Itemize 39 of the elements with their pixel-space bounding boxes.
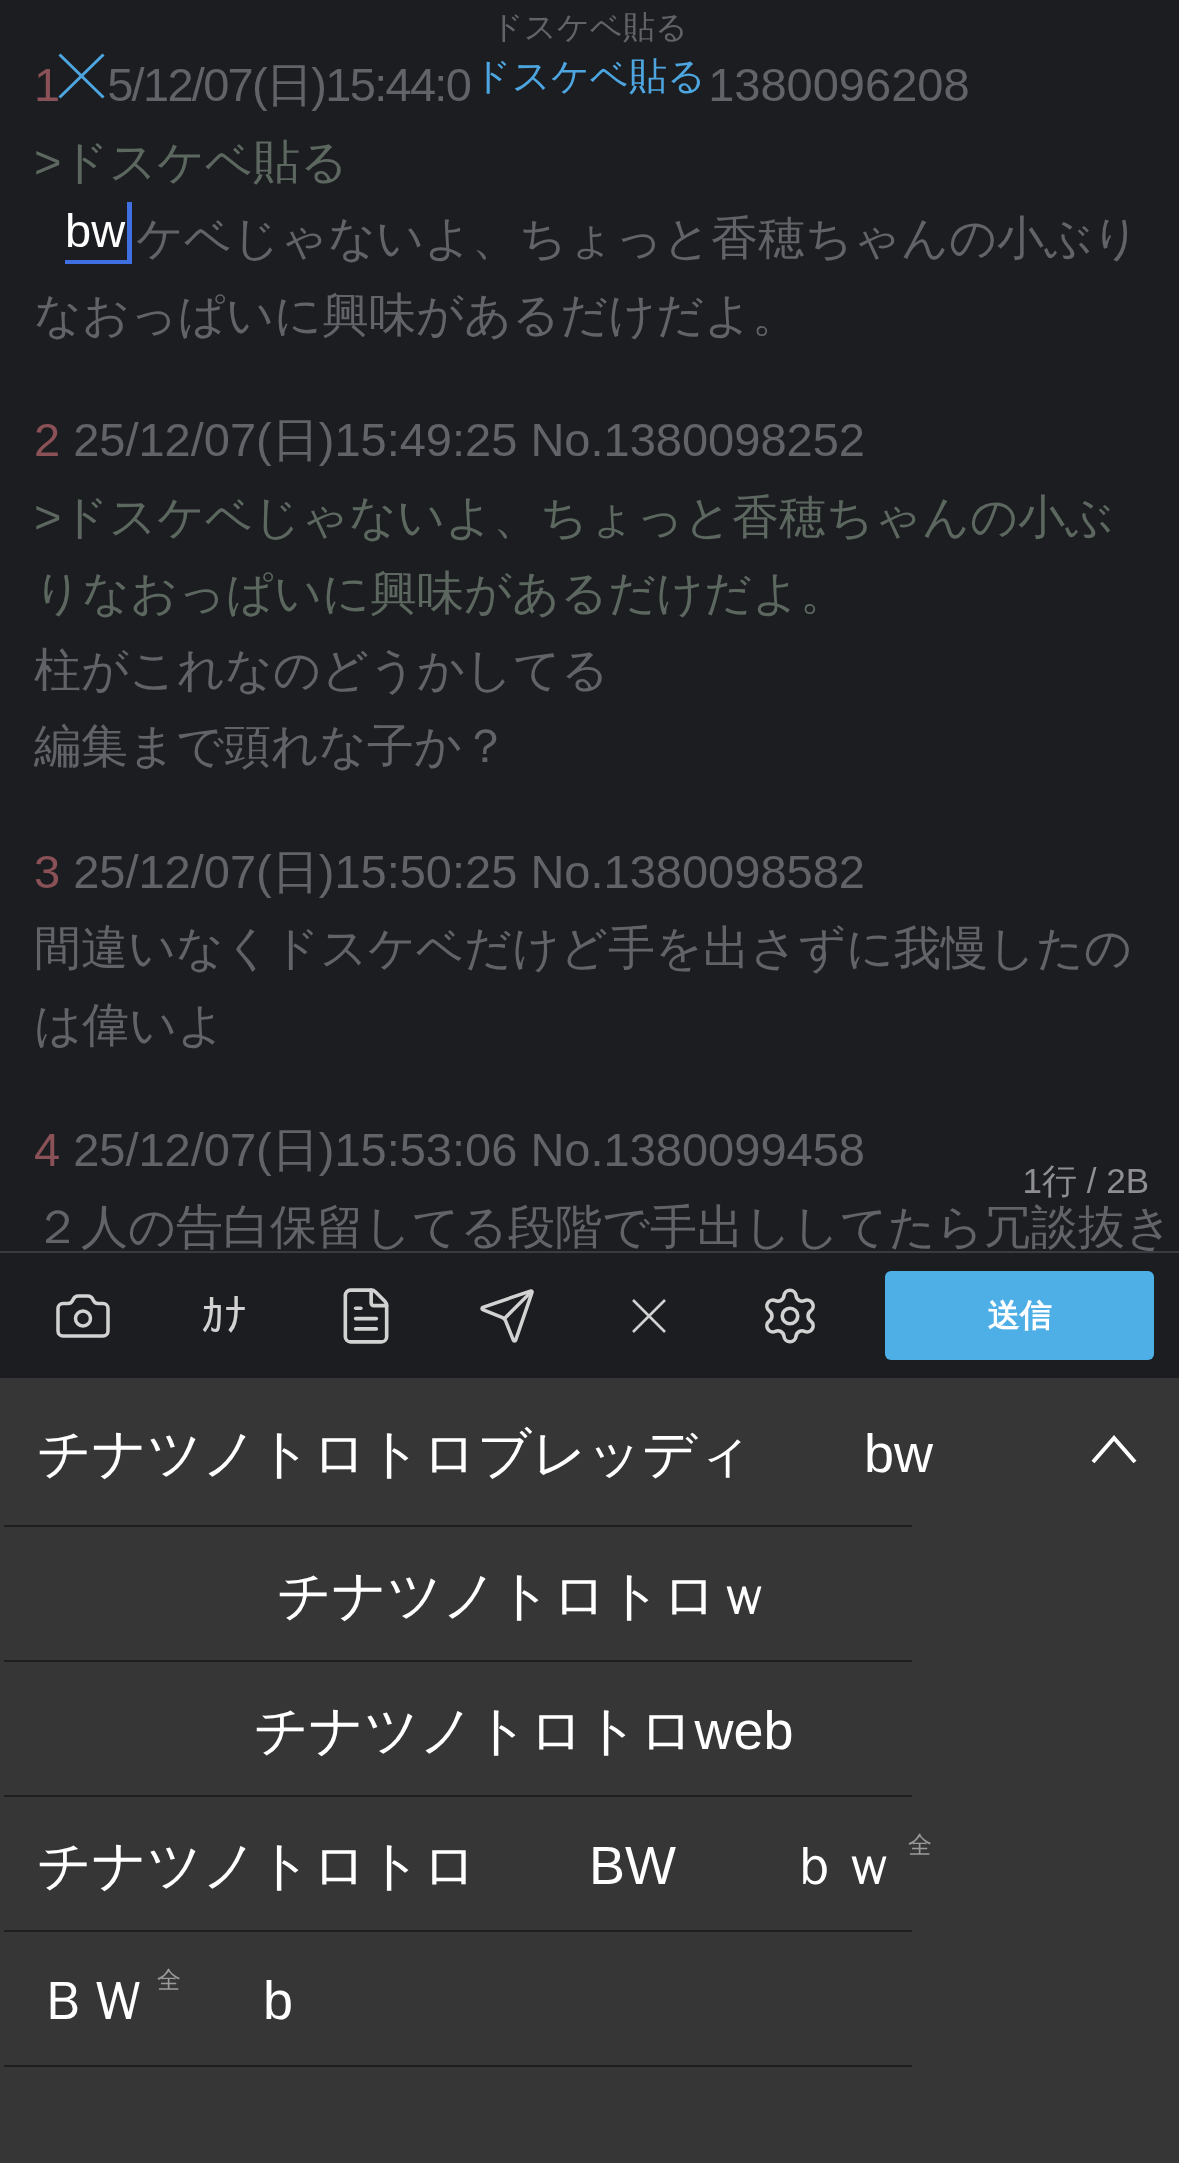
- character-counter: 1行 / 2B: [1022, 1163, 1149, 1199]
- post-text: ケベじゃないよ、ちょっと香穂ちゃんの小ぶり: [136, 213, 1140, 264]
- post-text: 間違いなくドスケベだけど手を出さずに我慢したの: [34, 923, 1132, 974]
- post-text: は偉いよ: [34, 999, 225, 1050]
- post-info: 1380096208: [708, 60, 970, 111]
- clear-icon[interactable]: [630, 1297, 667, 1334]
- candidate-item[interactable]: チナツノトロトロ: [37, 1832, 477, 1897]
- quoted-text: >ドスケベ貼る: [34, 136, 349, 187]
- text-cursor: [127, 202, 133, 260]
- post-info: 25/12/07(日)15:50:25 No.1380098582: [73, 846, 865, 897]
- quoted-text: >ドスケベじゃないよ、ちょっと香穂ちゃんの小ぶ: [34, 491, 1114, 542]
- full-width-label: 全: [157, 1967, 181, 1992]
- post-text: 編集まで頭れな子か？: [34, 721, 509, 772]
- post-number: 3: [34, 846, 61, 897]
- post-info: 25/12/07(日)15:49:25 No.1380098252: [73, 415, 865, 466]
- kana-button[interactable]: ｶﾅ: [201, 1288, 248, 1343]
- post-text: ２人の告白保留してる段階で手出ししてたら冗談抜き: [34, 1201, 1173, 1252]
- post-number: 1: [34, 60, 61, 111]
- post-number: 4: [34, 1125, 61, 1176]
- post-info: 5/12/07(日)15:44:0: [107, 60, 471, 111]
- candidate-item[interactable]: チナツノトロトロｗ: [277, 1562, 771, 1627]
- reply-input-field[interactable]: bw: [65, 202, 133, 264]
- quoted-text: りなおっぱいに興味があるだけだよ。: [34, 568, 847, 619]
- post-info: 25/12/07(日)15:53:06 No.1380099458: [73, 1125, 865, 1176]
- candidate-item[interactable]: bw: [864, 1420, 934, 1485]
- post-number: 2: [34, 415, 61, 466]
- close-icon[interactable]: [58, 53, 105, 99]
- post-text: なおっぱいに興味があるだけだよ。: [34, 289, 799, 340]
- candidate-item[interactable]: チナツノトロトロweb: [254, 1697, 794, 1762]
- candidate-item[interactable]: b: [263, 1967, 294, 2032]
- candidate-item[interactable]: BW: [589, 1832, 676, 1897]
- chevron-up-icon[interactable]: [1090, 1434, 1137, 1464]
- thread-title: ドスケベ貼る: [491, 8, 688, 47]
- full-width-label: 全: [908, 1832, 932, 1857]
- candidate-item[interactable]: チナツノトロトロブレッディ: [37, 1420, 752, 1485]
- candidate-item[interactable]: ＢＷ 全: [37, 1967, 181, 2032]
- candidate-item[interactable]: ｂｗ 全: [788, 1832, 932, 1897]
- post-text: 柱がこれなのどうかしてる: [34, 644, 609, 695]
- sheet-title: ドスケベ貼る: [473, 54, 706, 99]
